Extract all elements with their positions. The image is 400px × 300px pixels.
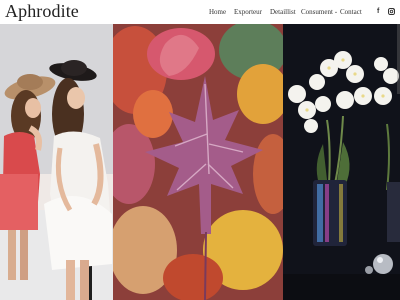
nav-item-detaillist[interactable]: Detaillist [270,7,296,17]
site-header: Aphrodite Home Exporteur Detaillist Cons… [0,0,400,24]
nav-item-home[interactable]: Home [209,7,226,17]
two-women-on-bench-photo [0,24,113,300]
nav-item-consument-label: Consument [301,8,333,16]
instagram-icon[interactable] [388,8,395,19]
brand-logo[interactable]: Aphrodite [5,1,79,21]
autumn-leaves-photo [113,24,283,300]
facebook-icon[interactable]: f [377,7,379,17]
chevron-down-icon: ⌄ [333,10,339,15]
nav-item-consument[interactable]: Consument⌄ [301,7,338,19]
white-orchid-vase-photo [283,24,400,300]
nav-item-contact[interactable]: Contact [340,7,362,17]
nav-item-exporteur[interactable]: Exporteur [234,7,262,17]
